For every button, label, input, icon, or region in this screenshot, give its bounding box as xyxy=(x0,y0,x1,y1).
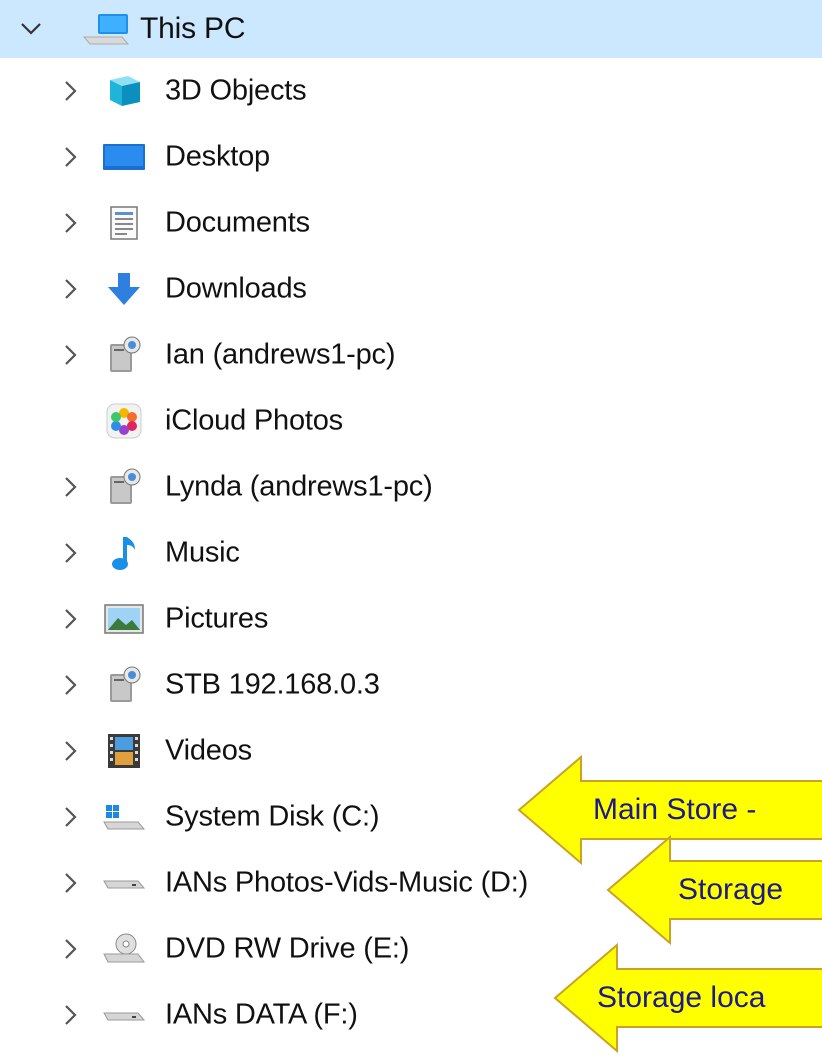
tree-item-lynda[interactable]: Lynda (andrews1-pc) xyxy=(0,454,822,520)
tree-item-label: DVD RW Drive (E:) xyxy=(165,932,410,965)
chevron-right-icon[interactable] xyxy=(58,738,84,764)
network-drive-icon xyxy=(102,665,146,705)
tree-item-downloads[interactable]: Downloads xyxy=(0,256,822,322)
chevron-right-icon[interactable] xyxy=(58,936,84,962)
tree-item-music[interactable]: Music xyxy=(0,520,822,586)
chevron-right-icon[interactable] xyxy=(58,342,84,368)
callout-arrow-storage: Storage xyxy=(604,835,822,945)
tree-item-this-pc[interactable]: This PC xyxy=(0,0,822,58)
tree-item-label: Documents xyxy=(165,206,310,239)
chevron-right-icon[interactable] xyxy=(58,540,84,566)
tree-item-label: IANs Photos-Vids-Music (D:) xyxy=(165,866,529,899)
callout-text: Main Store - xyxy=(593,793,757,826)
downloads-icon xyxy=(102,269,146,309)
3d-objects-icon xyxy=(102,71,146,111)
hard-drive-icon xyxy=(102,863,146,903)
tree-item-label: Music xyxy=(165,536,240,569)
tree-item-ian[interactable]: Ian (andrews1-pc) xyxy=(0,322,822,388)
hard-drive-icon xyxy=(102,995,146,1035)
chevron-right-icon[interactable] xyxy=(58,276,84,302)
chevron-right-icon[interactable] xyxy=(58,144,84,170)
chevron-right-icon[interactable] xyxy=(58,1002,84,1028)
chevron-right-icon[interactable] xyxy=(58,672,84,698)
tree-item-label: Lynda (andrews1-pc) xyxy=(165,470,433,503)
chevron-right-icon[interactable] xyxy=(58,210,84,236)
tree-item-pictures[interactable]: Pictures xyxy=(0,586,822,652)
chevron-right-icon[interactable] xyxy=(58,870,84,896)
tree-item-label: IANs DATA (F:) xyxy=(165,998,358,1031)
tree-item-label: System Disk (C:) xyxy=(165,800,380,833)
tree-item-stb[interactable]: STB 192.168.0.3 xyxy=(0,652,822,718)
music-icon xyxy=(102,533,146,573)
chevron-right-icon[interactable] xyxy=(58,78,84,104)
pictures-icon xyxy=(102,599,146,639)
desktop-icon xyxy=(102,137,146,177)
tree-item-label: Downloads xyxy=(165,272,307,305)
tree-item-documents[interactable]: Documents xyxy=(0,190,822,256)
chevron-right-icon[interactable] xyxy=(58,804,84,830)
icloud-photos-icon xyxy=(102,401,146,441)
chevron-right-icon[interactable] xyxy=(58,606,84,632)
tree-item-label: This PC xyxy=(140,12,246,45)
tree-item-label: STB 192.168.0.3 xyxy=(165,668,380,701)
tree-item-label: Ian (andrews1-pc) xyxy=(165,338,396,371)
callout-text: Storage loca xyxy=(597,981,766,1014)
network-drive-icon xyxy=(102,467,146,507)
chevron-right-icon[interactable] xyxy=(58,474,84,500)
windows-disk-icon xyxy=(102,797,146,837)
tree-item-label: iCloud Photos xyxy=(165,404,343,437)
tree-item-label: 3D Objects xyxy=(165,74,307,107)
tree-item-label: Desktop xyxy=(165,140,270,173)
chevron-down-icon[interactable] xyxy=(18,16,44,42)
documents-icon xyxy=(102,203,146,243)
videos-icon xyxy=(102,731,146,771)
tree-item-3d-objects[interactable]: 3D Objects xyxy=(0,58,822,124)
dvd-drive-icon xyxy=(102,929,146,969)
network-drive-icon xyxy=(102,335,146,375)
tree-item-icloud-photos[interactable]: iCloud Photos xyxy=(0,388,822,454)
callout-arrow-storage-location: Storage loca xyxy=(551,943,822,1053)
tree-item-label: Pictures xyxy=(165,602,269,635)
tree-item-label: Videos xyxy=(165,734,252,767)
callout-text: Storage xyxy=(678,873,784,906)
tree-item-desktop[interactable]: Desktop xyxy=(0,124,822,190)
computer-icon xyxy=(76,9,136,49)
